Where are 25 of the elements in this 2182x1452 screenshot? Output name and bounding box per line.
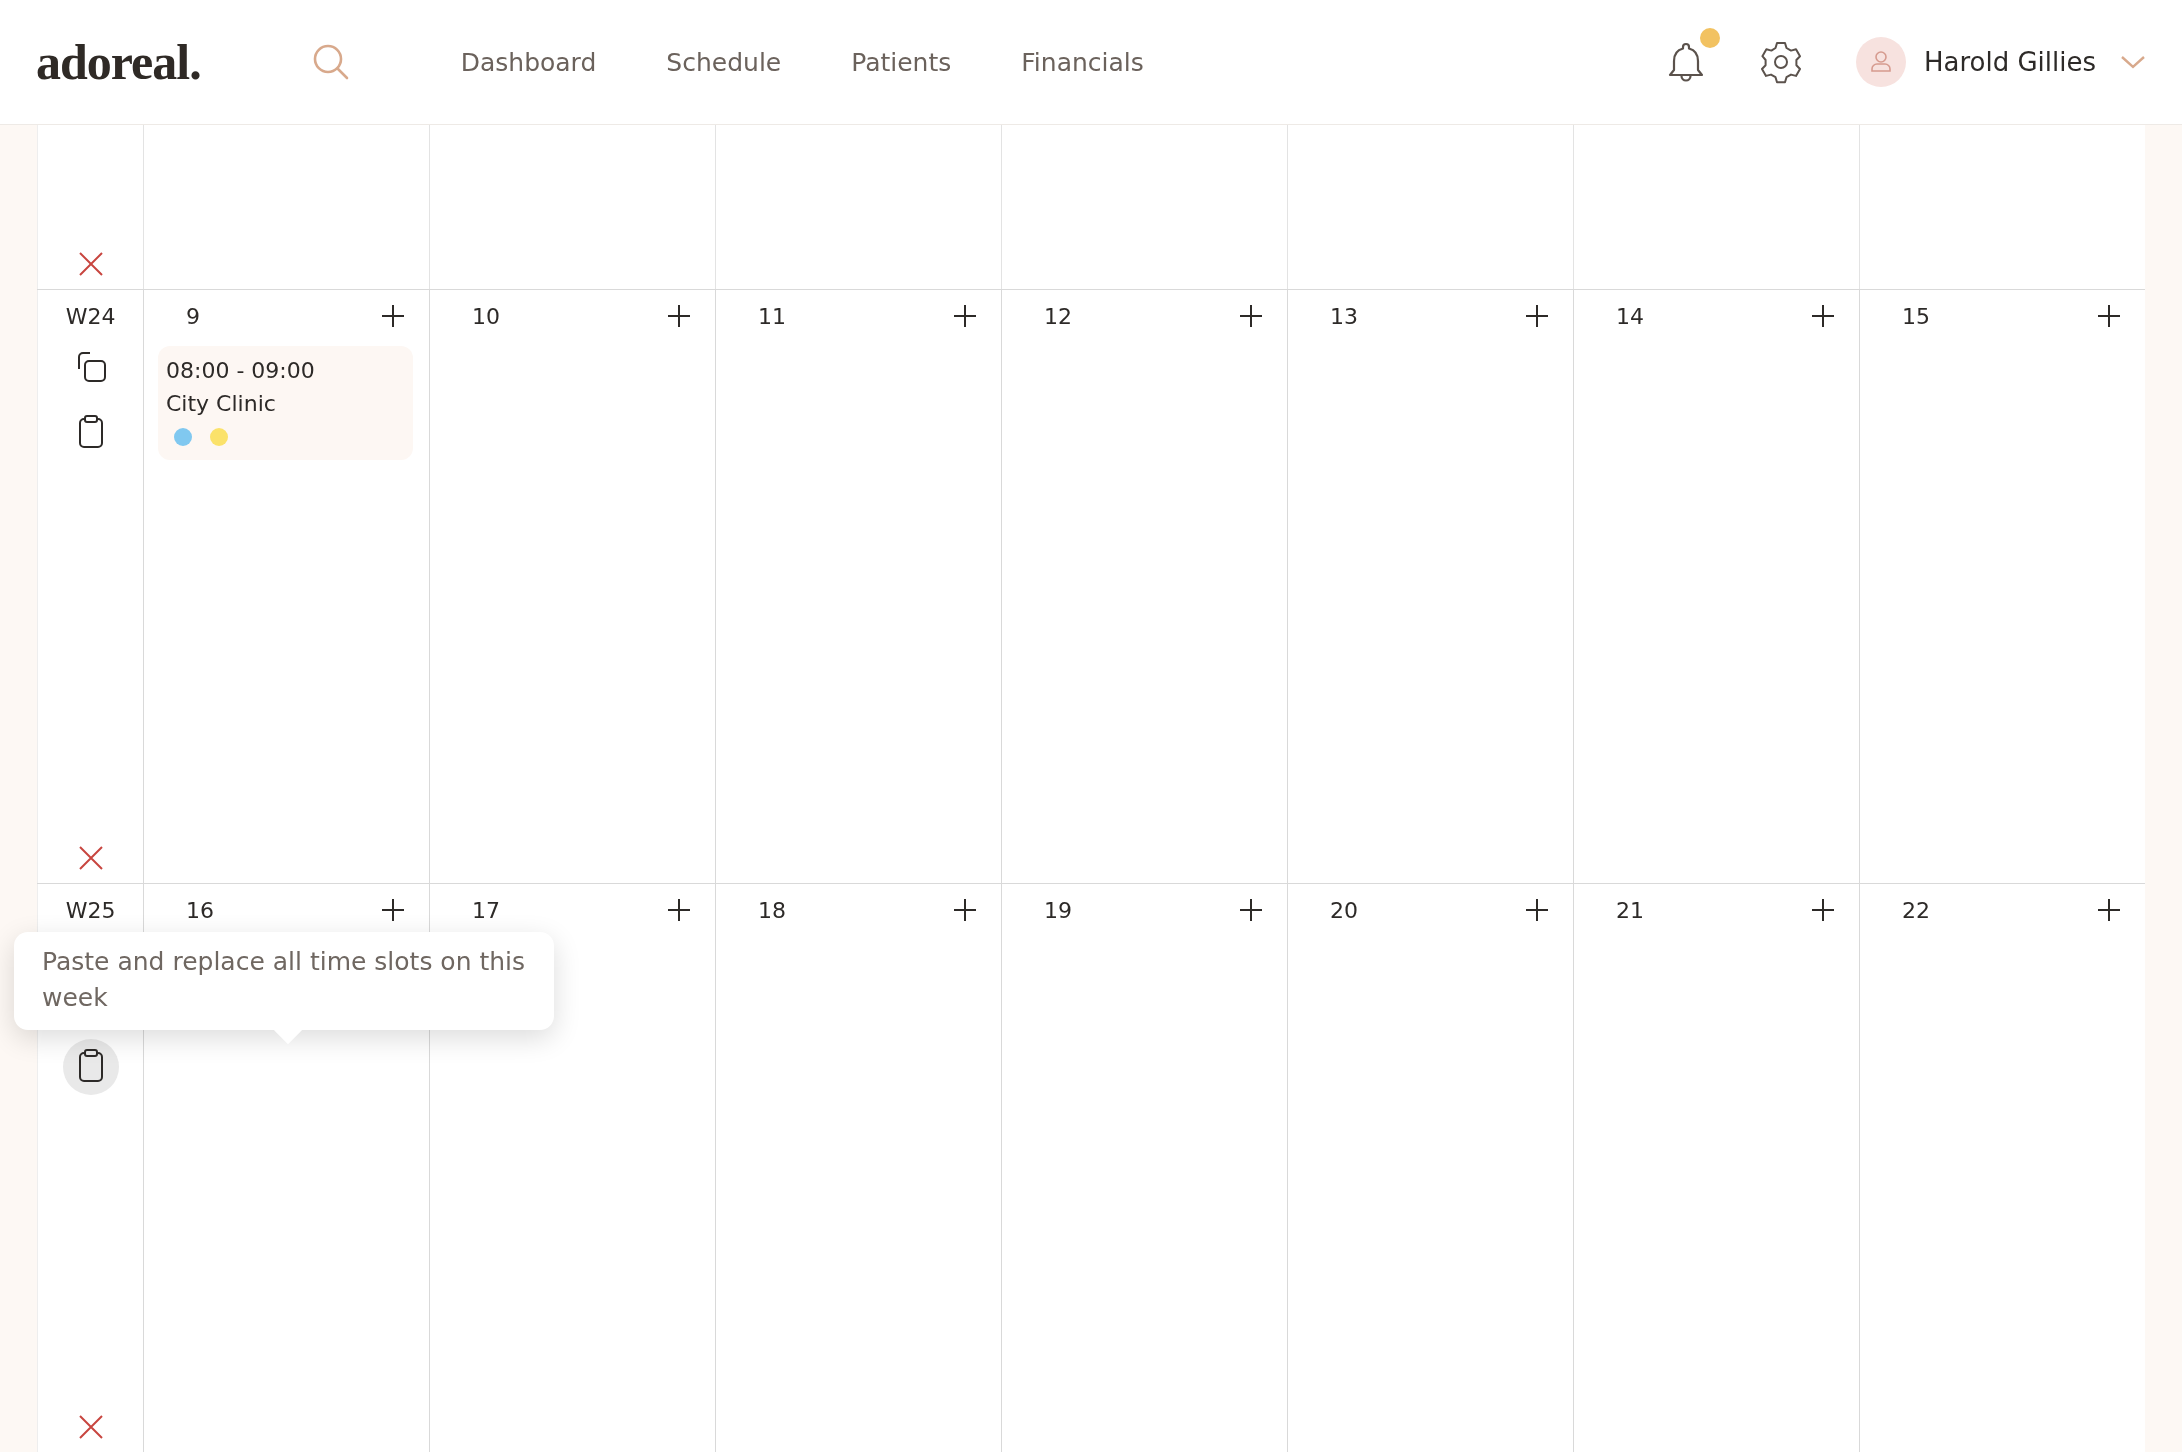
nav-link[interactable]: Patients (851, 47, 952, 77)
nav-link[interactable]: Schedule (666, 47, 782, 77)
day-number: 13 (1330, 303, 1358, 329)
day-number: 21 (1616, 897, 1644, 923)
user-menu[interactable]: Harold Gillies (1855, 37, 2146, 87)
day-number: 19 (1044, 897, 1072, 923)
day-number: 10 (472, 303, 500, 329)
day-number: 18 (758, 897, 786, 923)
week-label: W25 (65, 898, 116, 923)
day-number: 22 (1902, 897, 1930, 923)
day-number: 16 (186, 897, 214, 923)
nav-link[interactable]: Financials (1021, 47, 1144, 77)
day-number: 14 (1616, 303, 1644, 329)
day-number: 17 (472, 897, 500, 923)
day-number: 12 (1044, 303, 1072, 329)
event-location: City Clinic (166, 391, 277, 416)
day-number: 20 (1330, 897, 1358, 923)
event-time: 08:00 - 09:00 (166, 358, 316, 383)
nav-link[interactable]: Dashboard (460, 47, 597, 77)
logo[interactable]: adoreal. (36, 33, 201, 91)
day-number: 15 (1902, 303, 1930, 329)
week-label: W24 (65, 304, 116, 329)
day-number: 9 (186, 303, 200, 329)
day-number: 11 (758, 303, 786, 329)
event-card[interactable]: 08:00 - 09:00 City Clinic (158, 346, 413, 460)
